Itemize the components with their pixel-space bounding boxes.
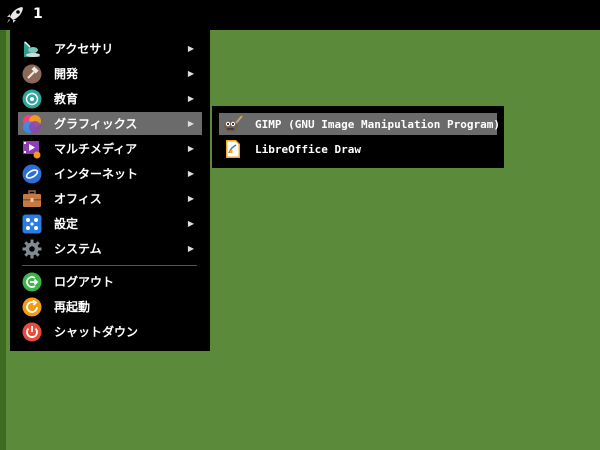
restart-icon [22,297,42,317]
accessories-icon [22,39,42,59]
office-icon [22,189,42,209]
menu-item-accessories[interactable]: アクセサリ ▶ [18,37,202,60]
menu-item-internet[interactable]: インターネット ▶ [18,162,202,185]
submenu-arrow-icon: ▶ [187,169,195,178]
submenu-arrow-icon: ▶ [187,219,195,228]
menu-item-label: 開発 [54,67,79,81]
top-panel: 1 [0,0,600,30]
menu-item-label: マルチメディア [54,142,138,156]
rocket-icon [7,7,23,23]
submenu-arrow-icon: ▶ [187,69,195,78]
menu-item-label: ログアウト [54,275,115,289]
internet-icon [22,164,42,184]
menu-item-multimedia[interactable]: マルチメディア ▶ [18,137,202,160]
gimp-icon [223,114,243,134]
desktop-edge [0,30,6,450]
logout-icon [22,272,42,292]
menu-item-label: グラフィックス [54,117,138,131]
submenu-arrow-icon: ▶ [187,119,195,128]
menu-separator [22,265,197,266]
education-icon [22,89,42,109]
menu-item-office[interactable]: オフィス ▶ [18,187,202,210]
submenu-arrow-icon: ▶ [187,244,195,253]
menu-item-label: システム [54,242,102,256]
settings-icon [22,214,42,234]
menu-item-label: インターネット [54,167,139,181]
menu-item-label: 設定 [54,217,79,231]
submenu-item-label: LibreOffice Draw [255,142,361,156]
menu-item-label: 再起動 [54,300,91,314]
launcher-button[interactable] [4,4,26,26]
menu-item-restart[interactable]: 再起動 [18,295,202,318]
menu-item-logout[interactable]: ログアウト [18,270,202,293]
submenu-arrow-icon: ▶ [187,94,195,103]
menu-item-settings[interactable]: 設定 ▶ [18,212,202,235]
menu-item-label: オフィス [54,192,102,206]
submenu-item-libreoffice-draw[interactable]: LibreOffice Draw [219,138,497,160]
menu-item-system[interactable]: システム ▶ [18,237,202,260]
submenu-item-gimp[interactable]: GIMP (GNU Image Manipulation Program) [219,113,501,135]
menu-item-education[interactable]: 教育 ▶ [18,87,202,110]
graphics-icon [22,114,42,134]
multimedia-icon [22,139,42,159]
submenu-item-label: GIMP (GNU Image Manipulation Program) [255,117,501,131]
application-menu: アクセサリ ▶ 開発 ▶ 教育 ▶ グラフィックス ▶ マルチメディア ▶ イン… [10,30,210,351]
menu-item-shutdown[interactable]: シャットダウン [18,320,202,343]
submenu-arrow-icon: ▶ [187,194,195,203]
submenu-arrow-icon: ▶ [187,44,195,53]
libreoffice-draw-icon [223,139,243,159]
menu-item-label: 教育 [54,92,79,106]
graphics-submenu: GIMP (GNU Image Manipulation Program) Li… [212,106,504,168]
workspace-indicator[interactable]: 1 [33,6,43,22]
submenu-arrow-icon: ▶ [187,144,195,153]
menu-item-label: シャットダウン [54,325,139,339]
menu-item-label: アクセサリ [54,42,114,56]
development-icon [22,64,42,84]
menu-item-development[interactable]: 開発 ▶ [18,62,202,85]
menu-item-graphics[interactable]: グラフィックス ▶ [18,112,202,135]
shutdown-icon [22,322,42,342]
system-icon [22,239,42,259]
